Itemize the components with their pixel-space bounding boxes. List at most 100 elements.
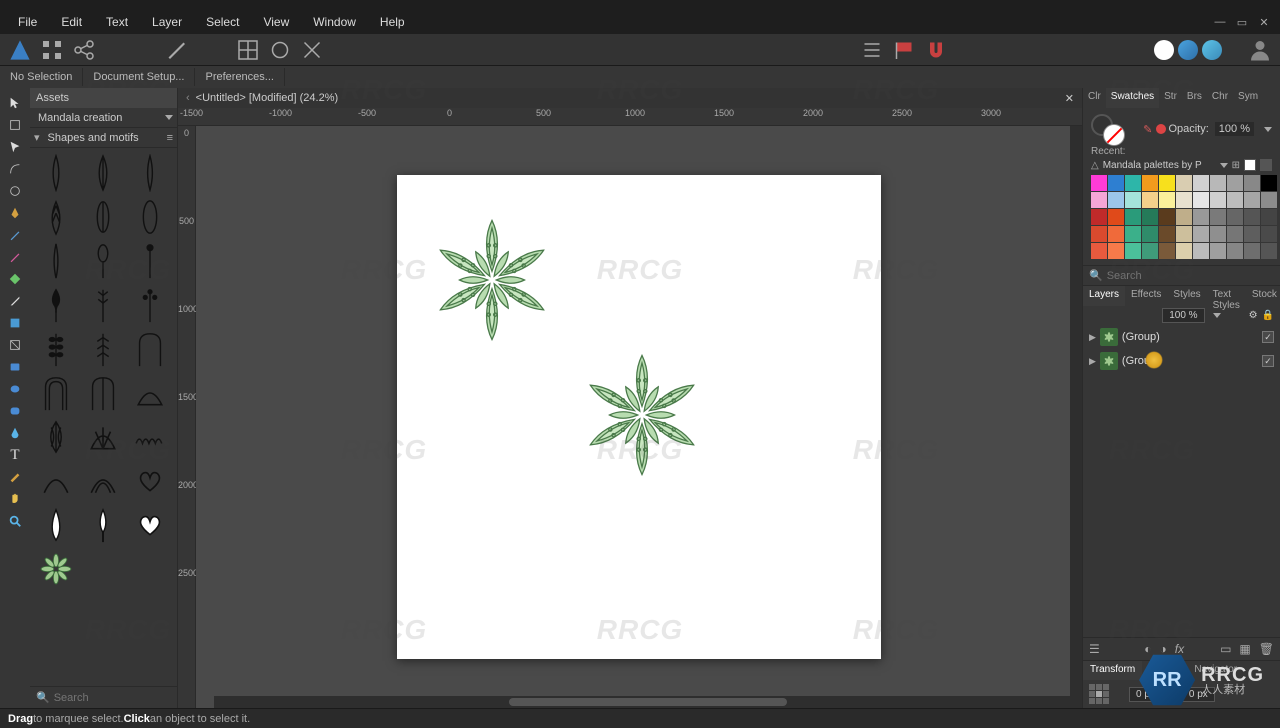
lock-icon[interactable]: 🔒 [1262, 310, 1274, 321]
tab-brushes[interactable]: Brs [1182, 88, 1207, 108]
fill-blue-icon[interactable] [1178, 40, 1198, 60]
colour-swatch[interactable] [1159, 175, 1175, 191]
asset-branch-2[interactable] [128, 284, 172, 326]
node-tool-icon[interactable] [3, 137, 27, 157]
asset-leaf-2[interactable] [81, 152, 125, 194]
ellipse-shape-icon[interactable] [3, 379, 27, 399]
hand-tool-icon[interactable] [3, 489, 27, 509]
tab-effects[interactable]: Effects [1125, 286, 1167, 306]
asset-category-dropdown[interactable]: ▾ Shapes and motifs ≡ [30, 128, 177, 148]
ctx-document-setup[interactable]: Document Setup... [83, 68, 195, 86]
colour-swatch[interactable] [1193, 209, 1209, 225]
colour-swatch[interactable] [1108, 243, 1124, 259]
corner-tool-icon[interactable] [3, 159, 27, 179]
gear-icon[interactable]: ⚙ [1249, 310, 1258, 321]
colour-swatch[interactable] [1125, 192, 1141, 208]
colour-swatch[interactable] [1193, 243, 1209, 259]
stroke-well[interactable] [1103, 124, 1125, 146]
zoom-tool-icon[interactable] [3, 511, 27, 531]
brush-icon[interactable] [164, 38, 188, 62]
rounded-rect-icon[interactable] [3, 401, 27, 421]
asset-library-dropdown[interactable]: Mandala creation [30, 108, 177, 128]
colour-swatch[interactable] [1227, 209, 1243, 225]
asset-fern-1[interactable] [34, 328, 78, 370]
layer-row-2[interactable]: ▶ (Group) ✓ [1083, 349, 1280, 373]
dropper-icon[interactable]: ✎ [1143, 123, 1152, 136]
colour-swatch[interactable] [1125, 175, 1141, 191]
shape-tool-icon[interactable] [3, 181, 27, 201]
colour-swatch[interactable] [1244, 209, 1260, 225]
colour-swatch[interactable] [1227, 192, 1243, 208]
artboard[interactable] [397, 175, 881, 659]
colour-swatch[interactable] [1210, 175, 1226, 191]
mandala-flower-1[interactable] [427, 215, 557, 345]
colour-swatch[interactable] [1159, 192, 1175, 208]
colour-swatch[interactable] [1142, 243, 1158, 259]
colour-swatch[interactable] [1142, 226, 1158, 242]
menu-select[interactable]: Select [194, 11, 251, 33]
asset-search[interactable]: 🔍 [30, 686, 177, 708]
assets-tab[interactable]: Assets [30, 88, 177, 108]
document-tab[interactable]: <Untitled> [Modified] (24.2%) [196, 92, 338, 104]
asset-petal-1[interactable] [34, 240, 78, 282]
colour-swatch[interactable] [1193, 226, 1209, 242]
colour-swatch[interactable] [1159, 209, 1175, 225]
menu-icon[interactable]: ≡ [167, 132, 173, 144]
colour-swatch[interactable] [1142, 192, 1158, 208]
colour-swatch[interactable] [1176, 243, 1192, 259]
rect-shape-icon[interactable] [3, 357, 27, 377]
scrollbar-vertical[interactable] [1070, 126, 1082, 696]
tear-shape-icon[interactable] [3, 423, 27, 443]
ctx-preferences[interactable]: Preferences... [195, 68, 284, 86]
colour-swatch[interactable] [1091, 226, 1107, 242]
asset-arch-1[interactable] [128, 328, 172, 370]
tab-layers[interactable]: Layers [1083, 286, 1125, 306]
colour-swatch[interactable] [1108, 226, 1124, 242]
tab-stroke[interactable]: Str [1159, 88, 1182, 108]
colour-swatch[interactable] [1091, 243, 1107, 259]
layers-stack-icon[interactable]: ☰ [1089, 642, 1100, 656]
layer-visibility-checkbox[interactable]: ✓ [1262, 355, 1274, 367]
asset-leaf-5[interactable] [81, 196, 125, 238]
tab-character[interactable]: Chr [1207, 88, 1233, 108]
fx-icon[interactable]: fx [1175, 642, 1184, 656]
vector-crop-icon[interactable] [3, 335, 27, 355]
asset-petal-2[interactable] [81, 240, 125, 282]
asset-curve-1[interactable] [34, 460, 78, 502]
brush-tool-icon[interactable] [3, 247, 27, 267]
asset-leaf-3[interactable] [128, 152, 172, 194]
mask-icon[interactable]: ◐ [1144, 642, 1151, 656]
asset-search-input[interactable] [54, 692, 196, 704]
colour-swatch[interactable] [1176, 226, 1192, 242]
colour-swatch[interactable] [1142, 209, 1158, 225]
colour-swatch[interactable] [1261, 175, 1277, 191]
colour-swatch[interactable] [1244, 192, 1260, 208]
opacity-value[interactable]: 100 % [1215, 122, 1254, 136]
list-view-icon[interactable]: ⊞ [1232, 160, 1240, 171]
asset-leaf-1[interactable] [34, 152, 78, 194]
tab-stock[interactable]: Stock [1246, 286, 1280, 306]
tab-colour[interactable]: Clr [1083, 88, 1106, 108]
colour-swatch[interactable] [1261, 243, 1277, 259]
asset-fan-1[interactable] [81, 416, 125, 458]
colour-swatch[interactable] [1261, 226, 1277, 242]
asset-heart-2[interactable] [128, 504, 172, 546]
colour-swatch[interactable] [1176, 209, 1192, 225]
alignment-icon[interactable] [860, 38, 884, 62]
layer-visibility-checkbox[interactable]: ✓ [1262, 331, 1274, 343]
fill-white-icon[interactable] [1154, 40, 1174, 60]
swatch-search-input[interactable] [1107, 270, 1274, 282]
fill-cyan-icon[interactable] [1202, 40, 1222, 60]
fill-tool-icon[interactable] [3, 269, 27, 289]
dropper-tool-icon[interactable] [3, 291, 27, 311]
tab-styles[interactable]: Styles [1167, 286, 1206, 306]
colour-swatch[interactable] [1261, 209, 1277, 225]
expand-arrow-icon[interactable]: ▶ [1089, 332, 1096, 343]
colour-swatch[interactable] [1227, 243, 1243, 259]
fill-stroke-wells[interactable] [1091, 114, 1141, 144]
move-tool-icon[interactable] [3, 93, 27, 113]
colour-swatch[interactable] [1244, 226, 1260, 242]
expand-arrow-icon[interactable]: ▶ [1089, 356, 1096, 367]
palette-name[interactable]: Mandala palettes by P [1103, 160, 1212, 171]
colour-swatch[interactable] [1125, 226, 1141, 242]
